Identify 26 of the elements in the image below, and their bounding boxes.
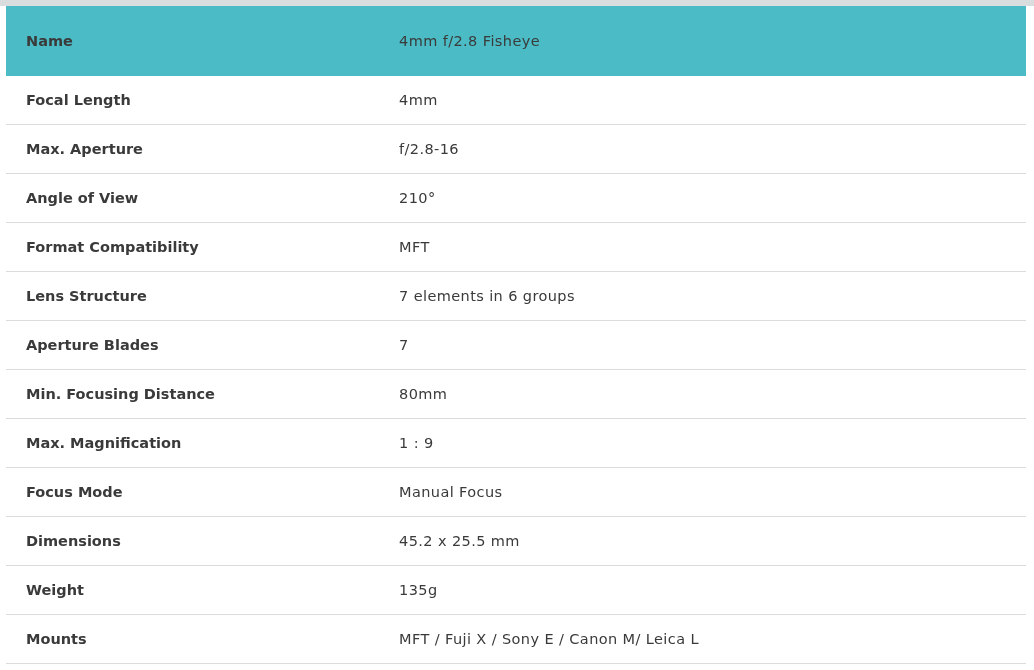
spec-label: Dimensions — [25, 533, 122, 549]
spec-label: Max. Magnification — [25, 435, 183, 451]
header-label: Name — [25, 33, 74, 49]
spec-label: Lens Structure — [25, 288, 148, 304]
header-value: 4mm f/2.8 Fisheye — [399, 33, 541, 49]
spec-value: MFT / Fuji X / Sony E / Canon M/ Leica L — [399, 631, 699, 647]
spec-value: Manual Focus — [399, 484, 503, 500]
spec-label: Min. Focusing Distance — [25, 386, 216, 402]
spec-label: Format Compatibility — [25, 239, 200, 255]
spec-label: Mounts — [25, 631, 88, 647]
spec-value: 7 — [399, 337, 409, 353]
spec-value: 45.2 x 25.5 mm — [399, 533, 520, 549]
spec-value: 1 : 9 — [399, 435, 434, 451]
spec-value: 7 elements in 6 groups — [399, 288, 575, 304]
spec-label: Weight — [25, 582, 85, 598]
spec-value: 4mm — [399, 92, 438, 108]
spec-value: MFT — [399, 239, 430, 255]
spec-label: Angle of View — [25, 190, 140, 206]
spec-label: Focus Mode — [25, 484, 124, 500]
spec-value: 80mm — [399, 386, 448, 402]
spec-value: 210° — [399, 190, 436, 206]
spec-label: Focal Length — [25, 92, 132, 108]
spec-label: Aperture Blades — [25, 337, 160, 353]
spec-label: Max. Aperture — [25, 141, 144, 157]
spec-value: f/2.8-16 — [399, 141, 459, 157]
spec-value: 135g — [399, 582, 438, 598]
